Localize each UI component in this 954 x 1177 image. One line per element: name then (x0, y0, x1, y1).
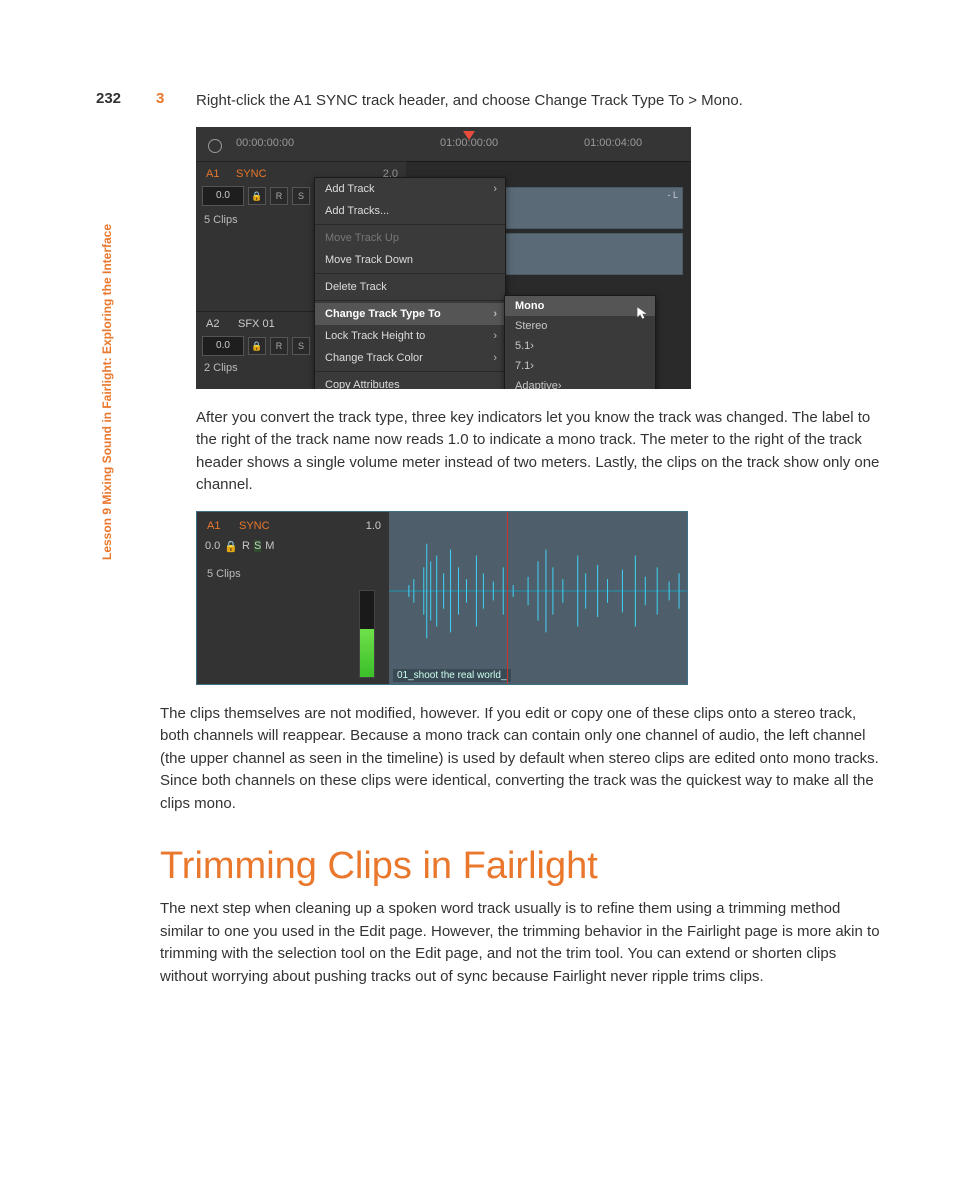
track-a1-header-mono[interactable]: A1 SYNC 1.0 0.0 🔒 R S M 5 Clips (197, 512, 390, 684)
menu-move-down[interactable]: Move Track Down (315, 249, 505, 271)
submenu-5-1[interactable]: 5.1› (505, 336, 655, 356)
track-type-submenu: Mono Stereo 5.1› 7.1› Adaptive› (504, 295, 656, 389)
lock-button[interactable]: 🔒 (248, 337, 266, 355)
lock-button[interactable]: 🔒 (224, 540, 238, 553)
section-heading: Trimming Clips in Fairlight (160, 845, 884, 888)
chevron-right-icon: › (493, 325, 497, 347)
track-name: SFX 01 (238, 318, 275, 330)
record-button[interactable]: R (270, 337, 288, 355)
track-id: A1 (206, 168, 219, 180)
page-number: 232 (96, 90, 121, 107)
cursor-icon (636, 306, 650, 320)
volume-meter (359, 590, 375, 678)
fader-value[interactable]: 0.0 (205, 540, 220, 552)
section-body: The next step when cleaning up a spoken … (160, 898, 884, 988)
chevron-right-icon: › (493, 303, 497, 325)
page: 232 Lesson 9 Mixing Sound in Fairlight: … (0, 0, 954, 1177)
ruler-time-2: 01:00:04:00 (584, 137, 642, 149)
solo-button[interactable]: S (292, 187, 310, 205)
track-name: SYNC (236, 168, 267, 180)
chevron-right-icon: › (558, 380, 562, 389)
playhead-line[interactable] (507, 512, 508, 684)
menu-add-tracks[interactable]: Add Tracks... (315, 200, 505, 222)
chevron-right-icon: › (493, 178, 497, 200)
mute-button[interactable]: M (265, 540, 274, 552)
fader-value[interactable]: 0.0 (202, 186, 244, 206)
track-context-menu: Add Track› Add Tracks... Move Track Up M… (314, 177, 506, 389)
clip-count: 5 Clips (204, 214, 238, 226)
lock-button[interactable]: 🔒 (248, 187, 266, 205)
menu-delete-track[interactable]: Delete Track (315, 276, 505, 298)
explain-paragraph: The clips themselves are not modified, h… (160, 703, 884, 816)
submenu-adaptive[interactable]: Adaptive› (505, 376, 655, 389)
menu-lock-height[interactable]: Lock Track Height to› (315, 325, 505, 347)
menu-move-up[interactable]: Move Track Up (315, 227, 505, 249)
after-convert-paragraph: After you convert the track type, three … (196, 407, 884, 497)
submenu-stereo[interactable]: Stereo (505, 316, 655, 336)
menu-change-track-type[interactable]: Change Track Type To› (315, 303, 505, 325)
record-button[interactable]: R (270, 187, 288, 205)
chevron-right-icon: › (530, 360, 534, 372)
track-name: SYNC (239, 520, 270, 532)
chevron-right-icon: › (493, 347, 497, 369)
timeline-clip-a1[interactable]: - L (486, 187, 683, 229)
clip-count: 5 Clips (207, 568, 241, 580)
timeline-clip-mono[interactable]: 01_shoot the real world_ (389, 512, 687, 684)
menu-add-track[interactable]: Add Track› (315, 178, 505, 200)
chevron-right-icon: › (530, 340, 534, 352)
clip-filename: 01_shoot the real world_ (393, 669, 511, 682)
waveform-icon (389, 520, 687, 662)
track-channel-count: 1.0 (366, 520, 381, 532)
clip-count: 2 Clips (204, 362, 238, 374)
ruler-time-0: 00:00:00:00 (236, 137, 294, 149)
step-number: 3 (156, 90, 164, 107)
clock-icon (208, 139, 222, 153)
submenu-mono[interactable]: Mono (505, 296, 655, 316)
menu-change-color[interactable]: Change Track Color› (315, 347, 505, 369)
solo-button[interactable]: S (292, 337, 310, 355)
step-instruction: Right-click the A1 SYNC track header, an… (196, 90, 884, 113)
timeline-ruler: 00:00:00:00 01:00:00:00 01:00:04:00 (196, 127, 691, 162)
fader-value[interactable]: 0.0 (202, 336, 244, 356)
menu-copy-attributes[interactable]: Copy Attributes (315, 374, 505, 389)
screenshot-mono-track: A1 SYNC 1.0 0.0 🔒 R S M 5 Clips (196, 511, 688, 685)
timeline-clip-a1b[interactable] (486, 233, 683, 275)
playhead-marker-icon[interactable] (463, 131, 475, 140)
track-id: A1 (207, 520, 220, 532)
submenu-7-1[interactable]: 7.1› (505, 356, 655, 376)
track-id: A2 (206, 318, 219, 330)
screenshot-context-menu: 00:00:00:00 01:00:00:00 01:00:04:00 A1 S… (196, 127, 691, 389)
clip-channel-label: - L (667, 190, 678, 200)
record-button[interactable]: R (242, 540, 250, 552)
lesson-side-label: Lesson 9 Mixing Sound in Fairlight: Expl… (100, 224, 114, 560)
solo-button[interactable]: S (254, 540, 261, 552)
